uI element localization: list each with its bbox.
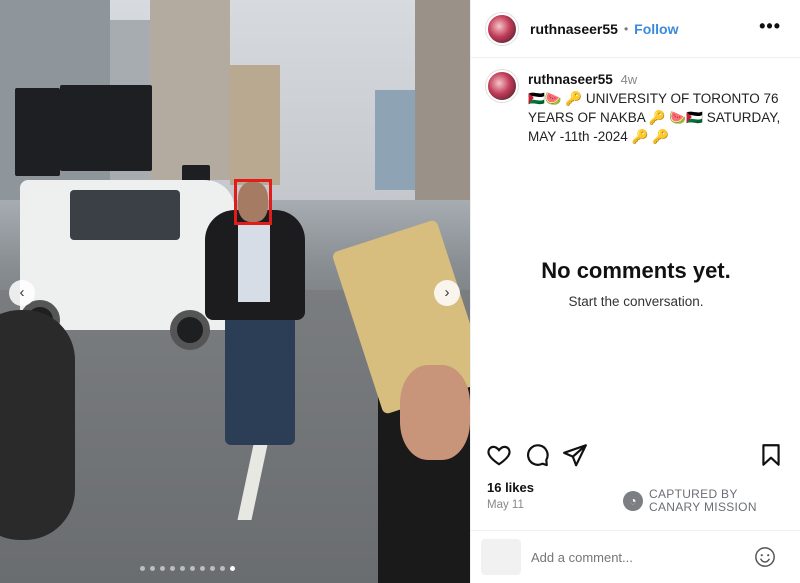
commenter-avatar	[481, 539, 521, 575]
carousel-dot[interactable]	[140, 566, 145, 571]
avatar[interactable]	[486, 12, 518, 45]
caption-body: ruthnaseer55 4w 🇵🇸🍉 🔑 UNIVERSITY OF TORO…	[528, 70, 791, 146]
caption-avatar[interactable]	[486, 70, 518, 102]
watermark-line2: CANARY MISSION	[649, 500, 757, 514]
post-panel: ruthnaseer55 • Follow ••• ruthnaseer55 4…	[470, 0, 800, 583]
carousel-dot[interactable]	[200, 566, 205, 571]
canary-icon: ◔	[623, 491, 643, 511]
carousel-dot[interactable]	[210, 566, 215, 571]
building	[375, 90, 415, 190]
truck-window	[70, 190, 180, 240]
carousel-dot[interactable]	[220, 566, 225, 571]
hand	[400, 365, 470, 460]
share-icon[interactable]	[562, 442, 588, 468]
person-shirt	[238, 222, 270, 302]
empty-comments-subtitle: Start the conversation.	[568, 294, 704, 309]
caption-time: 4w	[620, 72, 638, 87]
watermark-text: CAPTURED BY CANARY MISSION	[649, 488, 757, 514]
post-date[interactable]: May 11	[487, 499, 524, 511]
carousel-dot[interactable]	[150, 566, 155, 571]
wheel	[170, 310, 210, 350]
caption-text: 🇵🇸🍉 🔑 UNIVERSITY OF TORONTO 76 YEARS OF …	[528, 91, 781, 144]
empty-comments-title: No comments yet.	[541, 258, 731, 283]
heart-icon[interactable]	[486, 442, 512, 468]
carousel-dot[interactable]	[170, 566, 175, 571]
building	[230, 65, 280, 185]
watermark: ◔ CAPTURED BY CANARY MISSION	[623, 488, 757, 514]
person-legs	[225, 310, 295, 445]
comment-icon[interactable]	[524, 442, 550, 468]
caption-username[interactable]: ruthnaseer55	[528, 72, 613, 87]
more-options-icon[interactable]: •••	[759, 16, 781, 37]
bookmark-icon[interactable]	[758, 442, 784, 468]
like-count[interactable]: 16 likes	[487, 480, 534, 495]
building	[415, 0, 470, 200]
carousel-next-button[interactable]: ›	[434, 280, 460, 306]
username[interactable]: ruthnaseer55	[530, 21, 618, 37]
carousel-dot[interactable]	[230, 566, 235, 571]
post-header: ruthnaseer55 • Follow •••	[471, 0, 800, 58]
speaker	[60, 85, 152, 171]
emoji-icon[interactable]	[754, 546, 776, 568]
foreground-person	[0, 310, 75, 540]
carousel-dot[interactable]	[180, 566, 185, 571]
action-bar	[486, 442, 786, 472]
carousel-prev-button[interactable]: ‹	[9, 280, 35, 306]
caption: ruthnaseer55 4w 🇵🇸🍉 🔑 UNIVERSITY OF TORO…	[486, 70, 791, 146]
carousel-dot[interactable]	[190, 566, 195, 571]
speaker	[15, 88, 60, 176]
post-photo: ‹ ›	[0, 0, 470, 583]
empty-comments: No comments yet. Start the conversation.	[471, 258, 800, 309]
comment-input[interactable]	[531, 549, 741, 565]
highlight-box	[234, 179, 272, 225]
follow-button[interactable]: Follow	[634, 21, 678, 37]
carousel-dot[interactable]	[160, 566, 165, 571]
building	[150, 0, 230, 180]
carousel-dots	[140, 566, 235, 571]
comment-bar	[471, 530, 800, 583]
separator: •	[623, 21, 629, 36]
